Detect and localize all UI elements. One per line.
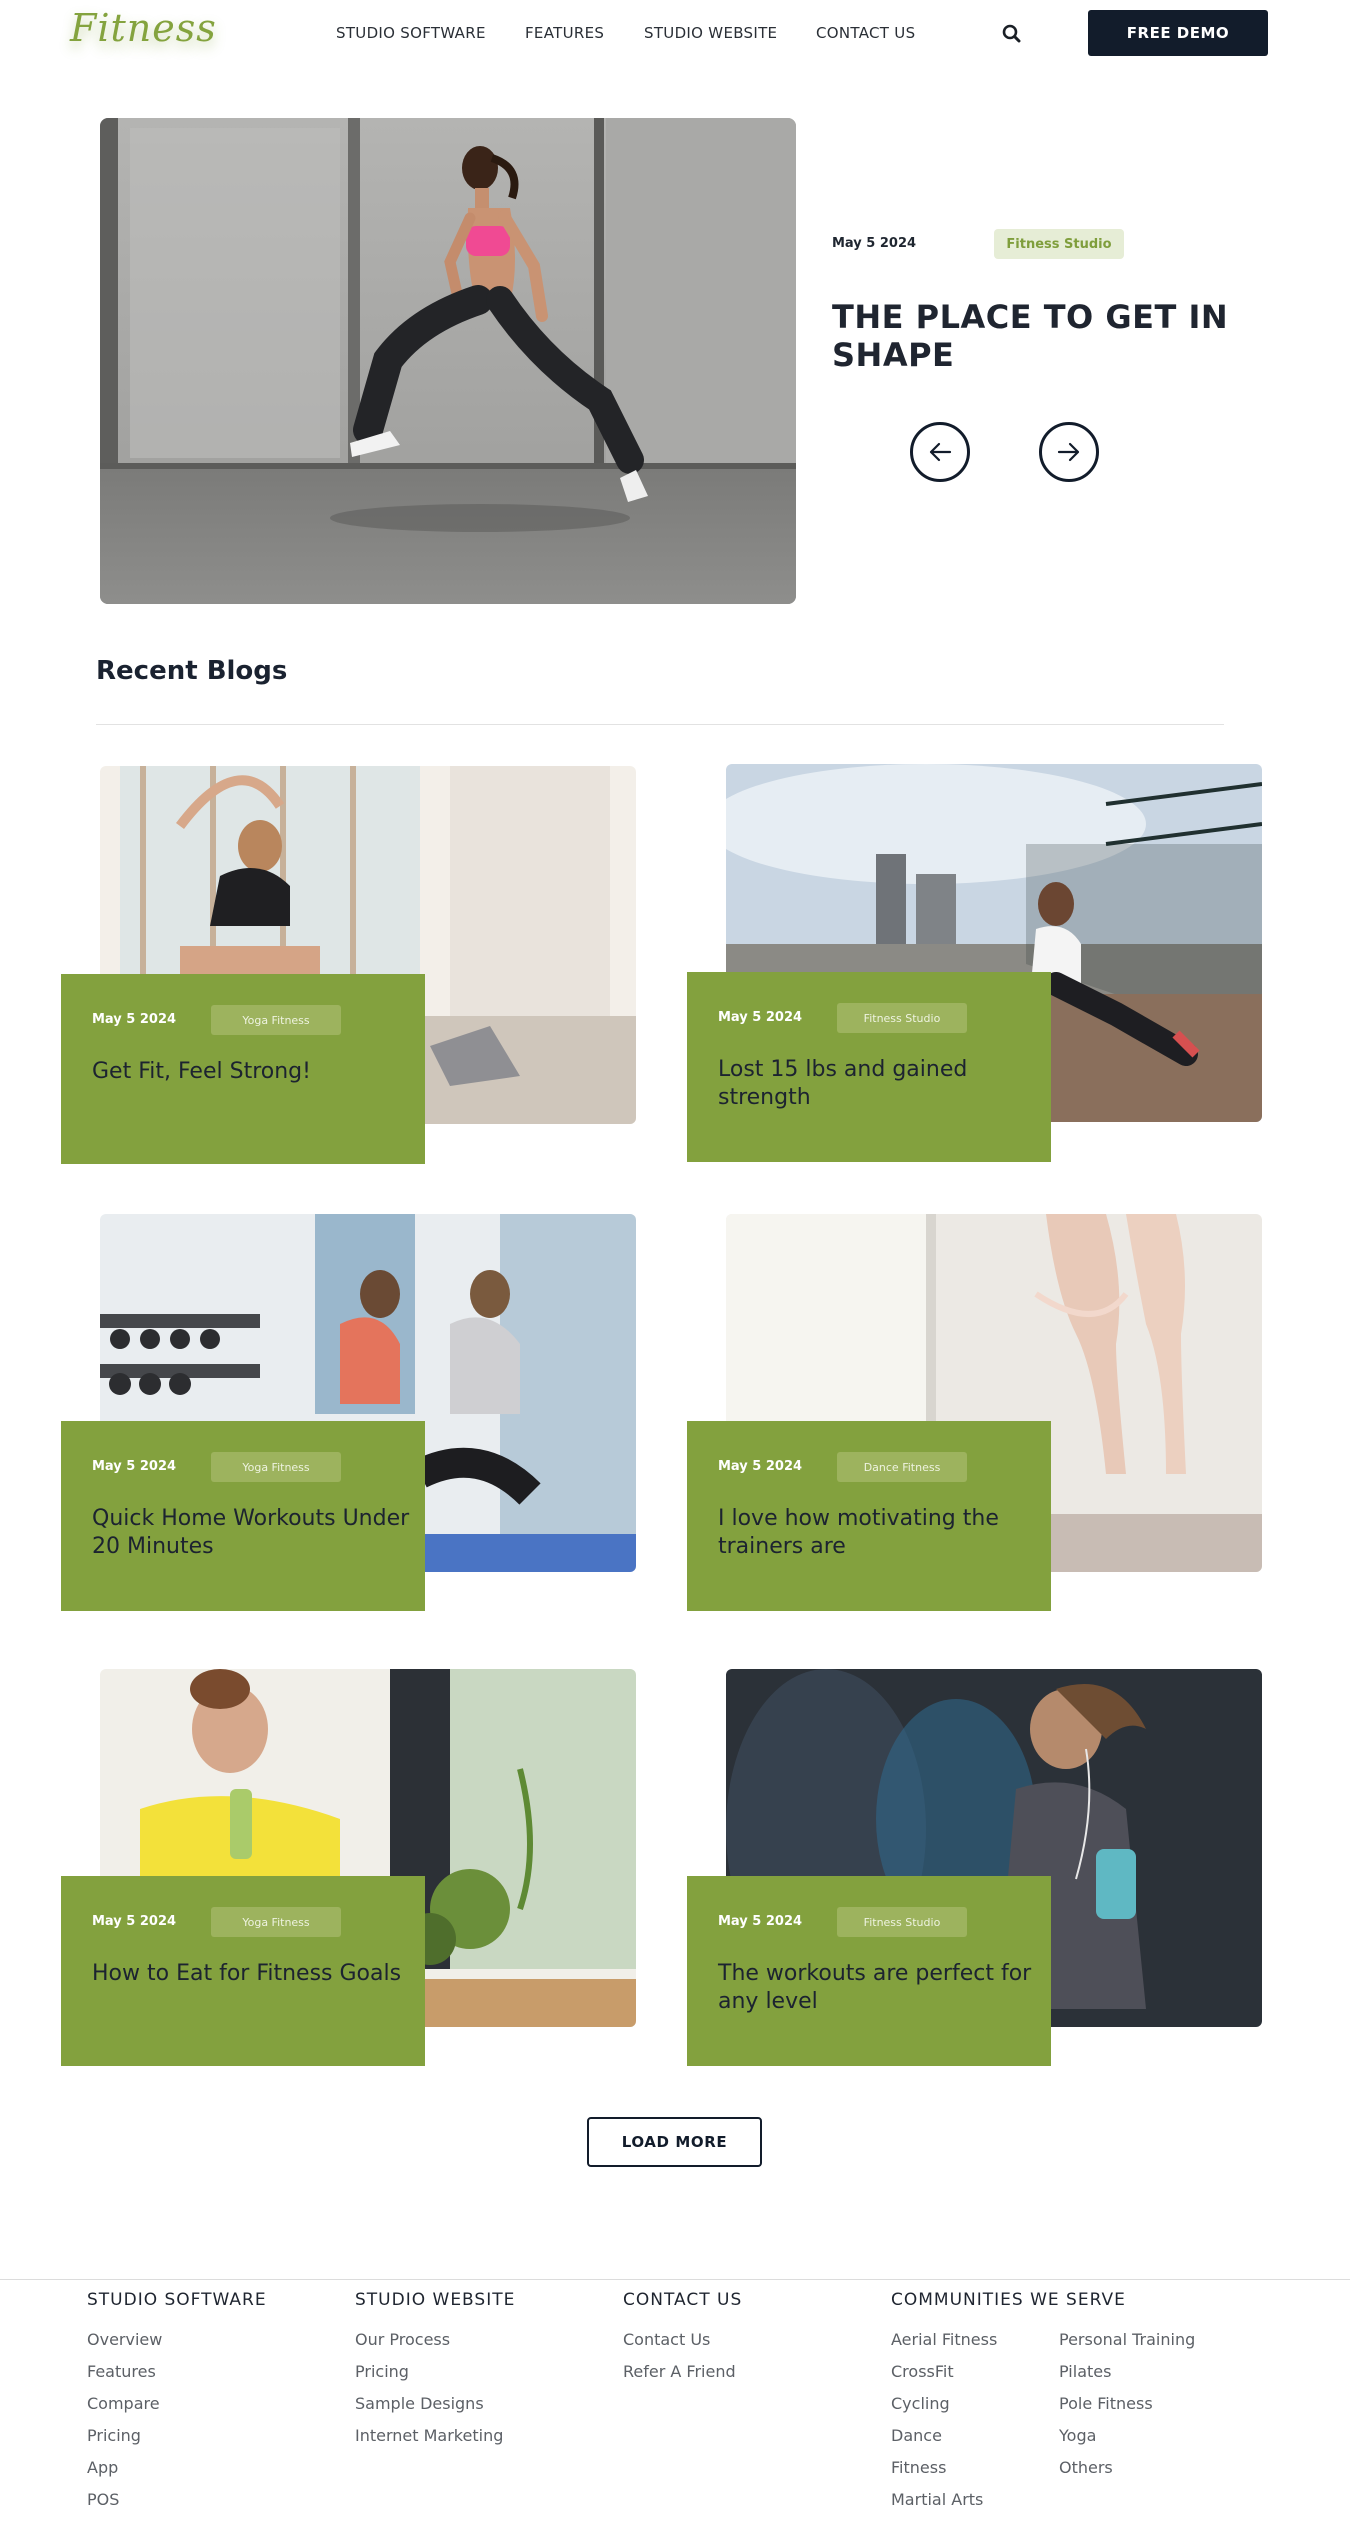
footer-link-dance[interactable]: Dance xyxy=(891,2426,942,2445)
arrow-right-icon xyxy=(1057,442,1080,462)
footer-heading-studio-software: STUDIO SOFTWARE xyxy=(87,2290,267,2310)
footer-divider xyxy=(0,2279,1350,2280)
blog-title[interactable]: Get Fit, Feel Strong! xyxy=(92,1058,412,1086)
blog-category-badge[interactable]: Dance Fitness xyxy=(837,1452,967,1482)
blog-date: May 5 2024 xyxy=(92,1459,177,1474)
hero-title: THE PLACE TO GET IN SHAPE xyxy=(832,298,1229,374)
blog-title[interactable]: Lost 15 lbs and gained strength xyxy=(718,1056,1038,1112)
blog-title[interactable]: The workouts are perfect for any level xyxy=(718,1960,1038,2016)
footer-link-yoga[interactable]: Yoga xyxy=(1059,2426,1096,2445)
footer-link-contact-us[interactable]: Contact Us xyxy=(623,2330,710,2349)
footer-link-refer-a-friend[interactable]: Refer A Friend xyxy=(623,2362,736,2381)
footer-link-app[interactable]: App xyxy=(87,2458,118,2477)
blog-title[interactable]: I love how motivating the trainers are xyxy=(718,1505,1038,1561)
nav-studio-website[interactable]: STUDIO WEBSITE xyxy=(644,24,777,42)
footer-heading-communities: COMMUNITIES WE SERVE xyxy=(891,2290,1126,2310)
blog-card-1[interactable]: May 5 2024 Yoga Fitness Get Fit, Feel St… xyxy=(61,974,425,1164)
blog-category-badge[interactable]: Yoga Fitness xyxy=(211,1005,341,1035)
blog-date: May 5 2024 xyxy=(718,1010,803,1025)
blog-date: May 5 2024 xyxy=(92,1012,177,1027)
recent-blogs-heading: Recent Blogs xyxy=(96,656,288,686)
footer-link-our-process[interactable]: Our Process xyxy=(355,2330,450,2349)
blog-category-badge[interactable]: Fitness Studio xyxy=(837,1003,967,1033)
footer-link-overview[interactable]: Overview xyxy=(87,2330,162,2349)
footer-heading-contact-us: CONTACT US xyxy=(623,2290,743,2310)
footer-heading-studio-website: STUDIO WEBSITE xyxy=(355,2290,516,2310)
blog-date: May 5 2024 xyxy=(92,1914,177,1929)
footer-link-pilates[interactable]: Pilates xyxy=(1059,2362,1111,2381)
footer-link-fitness[interactable]: Fitness xyxy=(891,2458,946,2477)
prev-slide-button[interactable] xyxy=(910,422,970,482)
footer-link-pricing[interactable]: Pricing xyxy=(355,2362,409,2381)
footer-link-others[interactable]: Others xyxy=(1059,2458,1113,2477)
blog-card-2[interactable]: May 5 2024 Fitness Studio Lost 15 lbs an… xyxy=(687,972,1051,1162)
footer-link-compare[interactable]: Compare xyxy=(87,2394,160,2413)
blog-card-3[interactable]: May 5 2024 Yoga Fitness Quick Home Worko… xyxy=(61,1421,425,1611)
footer-link-crossfit[interactable]: CrossFit xyxy=(891,2362,954,2381)
blog-card-6[interactable]: May 5 2024 Fitness Studio The workouts a… xyxy=(687,1876,1051,2066)
hero-runner-image xyxy=(100,118,796,604)
section-divider xyxy=(96,724,1224,725)
hero-date: May 5 2024 xyxy=(832,236,917,251)
footer-link-internet-marketing[interactable]: Internet Marketing xyxy=(355,2426,503,2445)
blog-date: May 5 2024 xyxy=(718,1914,803,1929)
blog-title[interactable]: Quick Home Workouts Under 20 Minutes xyxy=(92,1505,412,1561)
load-more-button[interactable]: LOAD MORE xyxy=(587,2117,762,2167)
blog-card-5[interactable]: May 5 2024 Yoga Fitness How to Eat for F… xyxy=(61,1876,425,2066)
fitness-logo[interactable]: Fitness xyxy=(70,6,217,50)
blog-category-badge[interactable]: Fitness Studio xyxy=(837,1907,967,1937)
footer-link-pos[interactable]: POS xyxy=(87,2490,119,2509)
hero-category-badge[interactable]: Fitness Studio xyxy=(994,229,1124,259)
footer-link-pole-fitness[interactable]: Pole Fitness xyxy=(1059,2394,1153,2413)
footer-link-aerial-fitness[interactable]: Aerial Fitness xyxy=(891,2330,997,2349)
nav-contact-us[interactable]: CONTACT US xyxy=(816,24,915,42)
arrow-left-icon xyxy=(929,442,952,462)
free-demo-button[interactable]: FREE DEMO xyxy=(1088,10,1268,56)
blog-date: May 5 2024 xyxy=(718,1459,803,1474)
footer-link-pricing[interactable]: Pricing xyxy=(87,2426,141,2445)
nav-studio-software[interactable]: STUDIO SOFTWARE xyxy=(336,24,486,42)
footer-link-cycling[interactable]: Cycling xyxy=(891,2394,950,2413)
search-icon[interactable] xyxy=(1000,22,1024,46)
footer-link-features[interactable]: Features xyxy=(87,2362,156,2381)
blog-category-badge[interactable]: Yoga Fitness xyxy=(211,1907,341,1937)
footer-link-personal-training[interactable]: Personal Training xyxy=(1059,2330,1195,2349)
nav-features[interactable]: FEATURES xyxy=(525,24,604,42)
blog-title[interactable]: How to Eat for Fitness Goals xyxy=(92,1960,412,1988)
next-slide-button[interactable] xyxy=(1039,422,1099,482)
site-header: Fitness STUDIO SOFTWARE FEATURES STUDIO … xyxy=(0,0,1350,68)
blog-card-4[interactable]: May 5 2024 Dance Fitness I love how moti… xyxy=(687,1421,1051,1611)
footer-link-sample-designs[interactable]: Sample Designs xyxy=(355,2394,484,2413)
blog-category-badge[interactable]: Yoga Fitness xyxy=(211,1452,341,1482)
footer-link-martial-arts[interactable]: Martial Arts xyxy=(891,2490,983,2509)
